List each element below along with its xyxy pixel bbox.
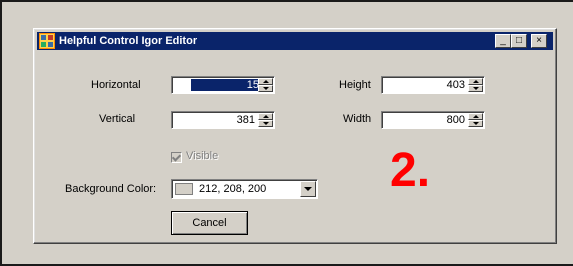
- width-spinner[interactable]: [468, 113, 483, 127]
- minimize-icon: _: [500, 35, 506, 46]
- spin-down-icon[interactable]: [468, 120, 483, 127]
- app-icon: [39, 33, 55, 49]
- title-bar[interactable]: Helpful Control Igor Editor _ □ ×: [37, 32, 553, 50]
- background-color-value: 212, 208, 200: [199, 183, 267, 195]
- height-spinner[interactable]: [468, 78, 483, 92]
- cancel-button-label: Cancel: [192, 217, 227, 229]
- spin-up-icon[interactable]: [258, 113, 273, 120]
- horizontal-selection: 15: [191, 79, 261, 91]
- screenshot-frame-left: [0, 0, 2, 266]
- screenshot-frame-top: [0, 0, 573, 2]
- minimize-button[interactable]: _: [495, 34, 511, 48]
- width-field[interactable]: 800: [381, 111, 485, 129]
- height-value: 403: [446, 79, 465, 91]
- horizontal-spinner[interactable]: [258, 78, 273, 92]
- width-label: Width: [343, 113, 372, 125]
- width-value: 800: [446, 114, 465, 126]
- maximize-button[interactable]: □: [511, 34, 527, 48]
- horizontal-label: Horizontal: [91, 79, 141, 91]
- step-annotation: 2.: [390, 144, 431, 197]
- height-label: Height: [339, 79, 371, 91]
- spin-down-icon[interactable]: [258, 120, 273, 127]
- close-icon: ×: [536, 35, 542, 46]
- vertical-field[interactable]: 381: [171, 111, 275, 129]
- spin-up-icon[interactable]: [468, 113, 483, 120]
- visible-label: Visible: [186, 150, 219, 162]
- background-color-dropdown[interactable]: 212, 208, 200: [171, 179, 318, 199]
- window-title: Helpful Control Igor Editor: [59, 35, 198, 47]
- vertical-label: Vertical: [99, 113, 136, 125]
- close-button[interactable]: ×: [531, 34, 547, 48]
- spin-down-icon[interactable]: [258, 85, 273, 92]
- height-field[interactable]: 403: [381, 76, 485, 94]
- spin-down-icon[interactable]: [468, 85, 483, 92]
- chevron-down-icon[interactable]: [300, 181, 316, 197]
- spin-up-icon[interactable]: [468, 78, 483, 85]
- visible-checkbox[interactable]: [171, 152, 182, 163]
- color-swatch: [175, 183, 193, 195]
- cancel-button[interactable]: Cancel: [171, 211, 248, 235]
- editor-dialog: Helpful Control Igor Editor _ □ × Horizo…: [33, 28, 557, 244]
- background-color-label: Background Color:: [65, 183, 157, 195]
- spin-up-icon[interactable]: [258, 78, 273, 85]
- maximize-icon: □: [515, 35, 523, 46]
- vertical-value: 381: [236, 114, 255, 126]
- horizontal-field[interactable]: 15: [171, 76, 275, 94]
- vertical-spinner[interactable]: [258, 113, 273, 127]
